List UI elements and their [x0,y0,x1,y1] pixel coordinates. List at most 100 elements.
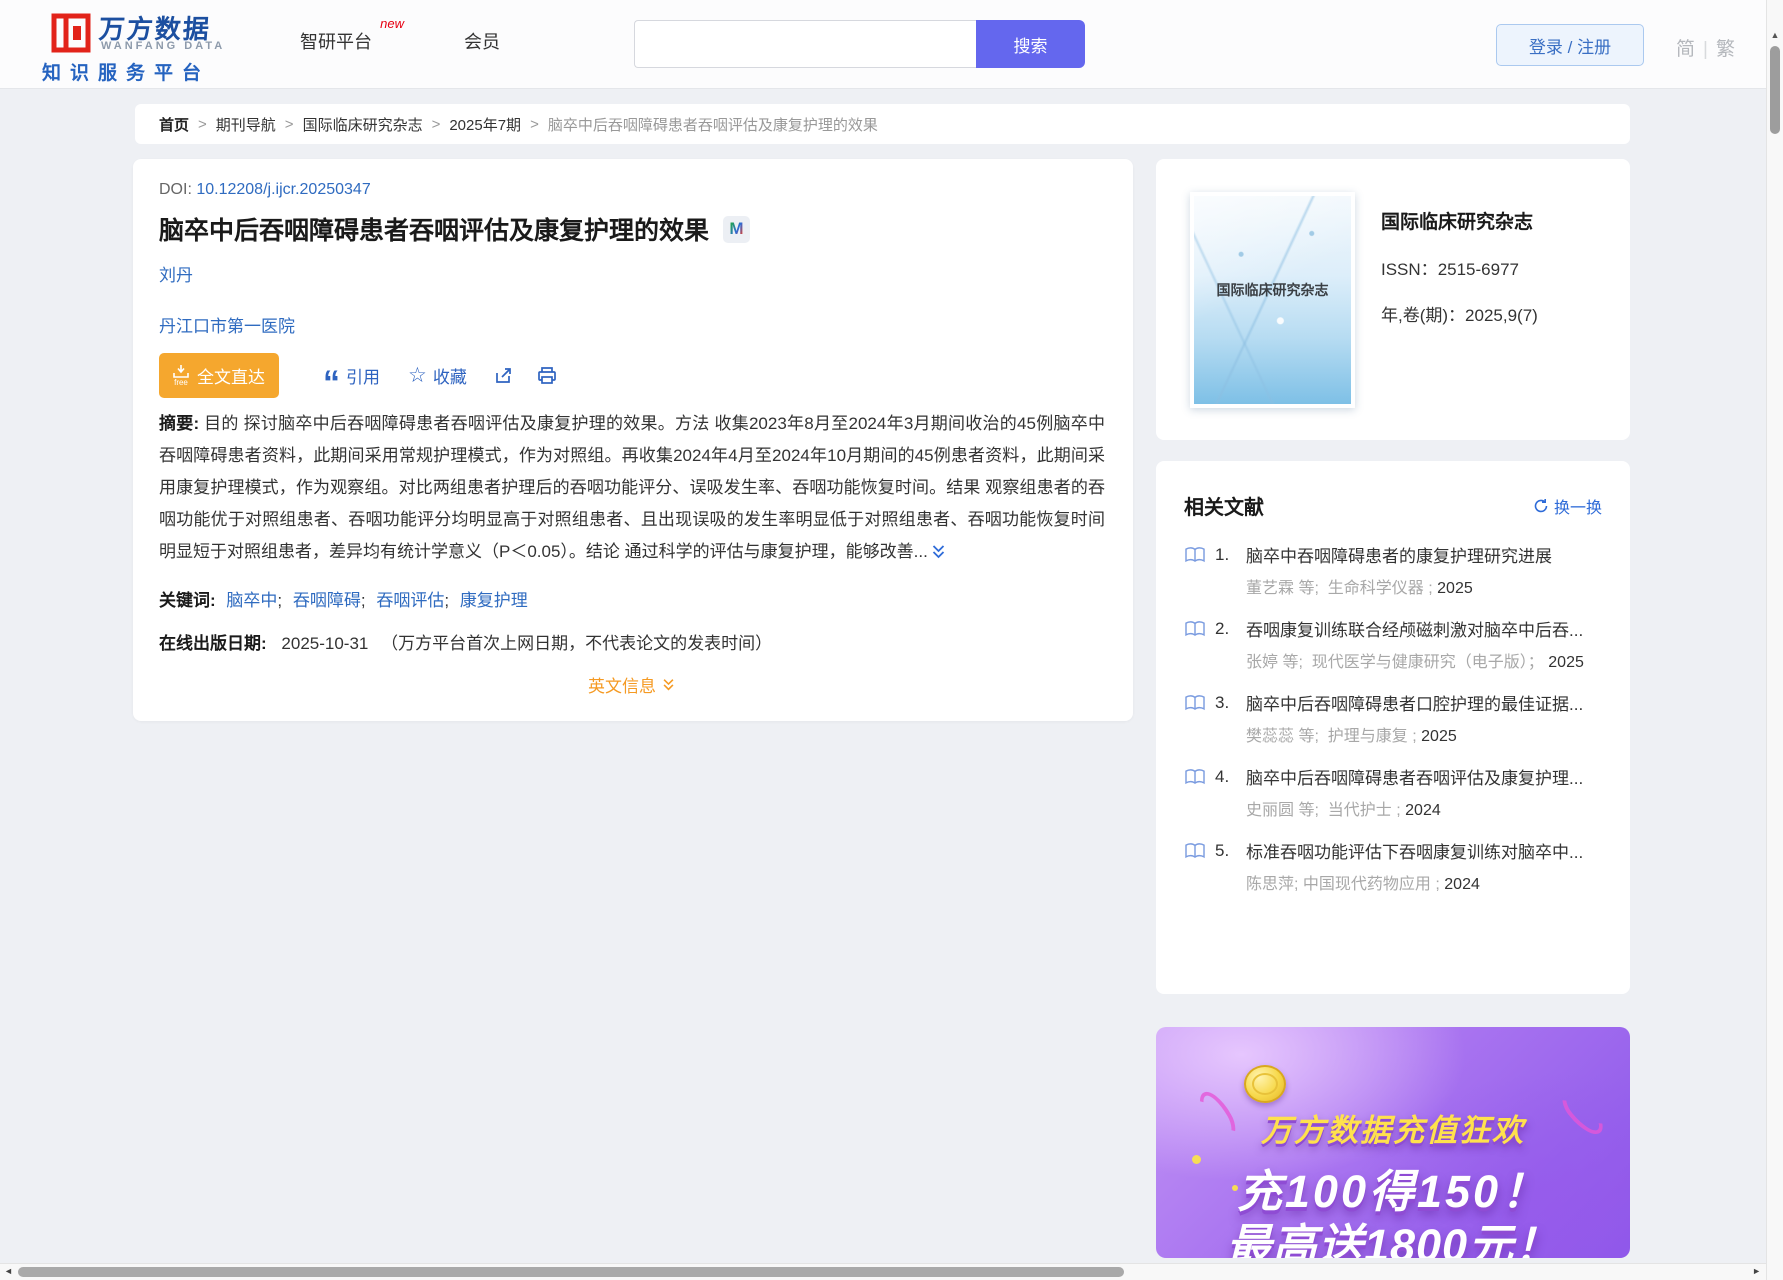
open-book-icon [1184,546,1206,564]
online-date-label: 在线出版日期: [159,634,267,653]
keyword-link[interactable]: 吞咽评估 [376,591,444,610]
breadcrumb-separator: > [431,115,441,133]
author-link[interactable]: 刘丹 [159,261,193,286]
breadcrumb-current: 脑卒中后吞咽障碍患者吞咽评估及康复护理的效果 [547,116,878,134]
star-icon: ☆ [408,364,427,387]
journal-issn: ISSN：2515-6977 [1381,260,1519,279]
doi-line: DOI: 10.12208/j.ijcr.20250347 [159,181,1105,199]
related-item-meta: 史丽圆 等; 当代护士 ; 2024 [1246,802,1441,819]
related-item-title[interactable]: 脑卒中吞咽障碍患者的康复护理研究进展 [1246,542,1552,567]
open-book-icon [1184,768,1206,786]
related-item: 4. 脑卒中后吞咽障碍患者吞咽评估及康复护理... 史丽圆 等; 当代护士 ; … [1184,764,1602,824]
horizontal-scrollbar[interactable]: ◄ ► [0,1263,1783,1280]
breadcrumb: 首页 > 期刊导航 > 国际临床研究杂志 > 2025年7期 > 脑卒中后吞咽障… [135,104,1630,144]
english-info-toggle[interactable]: 英文信息 [159,672,1105,697]
login-register-button[interactable]: 登录 / 注册 [1496,24,1644,66]
download-free-icon: free [173,364,189,387]
favorite-button[interactable]: ☆ 收藏 [408,363,467,388]
breadcrumb-separator: > [530,115,539,133]
promo-banner[interactable]: 万方数据充值狂欢 充100得150！ 最高送1800元！ [1156,1027,1630,1258]
brand-name-en: WANFANG DATA [101,40,226,52]
search-input[interactable] [634,20,976,68]
brand-tagline: 知识服务平台 [42,63,211,84]
related-list: 1. 脑卒中吞咽障碍患者的康复护理研究进展 董艺霖 等; 生命科学仪器 ; 20… [1184,542,1602,898]
article-card: DOI: 10.12208/j.ijcr.20250347 脑卒中后吞咽障碍患者… [133,159,1133,721]
scroll-up-arrow-icon[interactable]: ▲ [1767,30,1783,40]
related-literature-card: 相关文献 换一换 1. 脑卒中吞咽障碍患者的康复护理研究进展 董艺霖 等; 生命… [1156,461,1630,994]
breadcrumb-journal[interactable]: 国际临床研究杂志 [303,114,423,135]
related-item-meta: 樊蕊蕊 等; 护理与康复 ; 2025 [1246,728,1457,745]
online-date-row: 在线出版日期: 2025-10-31 （万方平台首次上网日期，不代表论文的发表时… [159,629,1105,654]
related-item: 2. 吞咽康复训练联合经颅磁刺激对脑卒中后吞... 张婷 等; 现代医学与健康研… [1184,616,1602,676]
keywords-label: 关键词: [159,591,216,610]
keyword-link[interactable]: 吞咽障碍 [293,591,361,610]
abstract-text: 目的 探讨脑卒中后吞咽障碍患者吞咽评估及康复护理的效果。方法 收集2023年8月… [159,414,1105,561]
breadcrumb-home[interactable]: 首页 [159,114,189,135]
abstract: 摘要: 目的 探讨脑卒中后吞咽障碍患者吞咽评估及康复护理的效果。方法 收集202… [159,408,1105,568]
gold-coin-icon [1244,1065,1286,1103]
scroll-left-arrow-icon[interactable]: ◄ [4,1266,13,1276]
header: 万方数据 WANFANG DATA 知识服务平台 智研平台 new 会员 搜索 … [0,0,1783,89]
page: 万方数据 WANFANG DATA 知识服务平台 智研平台 new 会员 搜索 … [0,0,1783,1280]
journal-info: 国际临床研究杂志 ISSN：2515-6977 年,卷(期)：2025,9(7) [1381,207,1611,326]
refresh-icon [1533,498,1549,514]
online-date-note: （万方平台首次上网日期，不代表论文的发表时间） [381,634,773,653]
cite-button[interactable]: “ 引用 [323,363,380,402]
article-title: 脑卒中后吞咽障碍患者吞咽评估及康复护理的效果 [159,217,710,245]
scroll-right-arrow-icon[interactable]: ► [1752,1266,1761,1276]
journal-cover[interactable]: 国际临床研究杂志 [1190,192,1355,408]
breadcrumb-separator: > [284,115,294,133]
vertical-scrollbar-thumb[interactable] [1770,46,1780,134]
journal-card: 国际临床研究杂志 国际临床研究杂志 ISSN：2515-6977 年,卷(期)：… [1156,159,1630,440]
related-item-meta: 董艺霖 等; 生命科学仪器 ; 2025 [1246,580,1473,597]
wanfang-logo-icon[interactable] [51,13,91,53]
related-item-meta: 陈思萍; 中国现代药物应用 ; 2024 [1246,876,1480,893]
lang-divider: | [1703,39,1708,60]
affiliation-link[interactable]: 丹江口市第一医院 [159,312,295,337]
doi-link[interactable]: 10.12208/j.ijcr.20250347 [196,181,370,198]
open-book-icon [1184,842,1206,860]
nav-item-member[interactable]: 会员 [464,28,500,54]
breadcrumb-journal-nav[interactable]: 期刊导航 [216,114,276,135]
language-toggle: 简 | 繁 [1676,34,1735,61]
lang-traditional[interactable]: 繁 [1716,39,1735,60]
related-item: 5. 标准吞咽功能评估下吞咽康复训练对脑卒中... 陈思萍; 中国现代药物应用 … [1184,838,1602,898]
related-item-title[interactable]: 吞咽康复训练联合经颅磁刺激对脑卒中后吞... [1246,616,1583,641]
print-button[interactable] [536,365,558,386]
promo-headline: 万方数据充值狂欢 [1261,1113,1525,1148]
lang-simplified[interactable]: 简 [1676,39,1695,60]
related-item: 3. 脑卒中后吞咽障碍患者口腔护理的最佳证据... 樊蕊蕊 等; 护理与康复 ;… [1184,690,1602,750]
double-chevron-down-icon [661,677,676,692]
related-title: 相关文献 [1184,497,1264,519]
journal-cover-title: 国际临床研究杂志 [1216,282,1329,298]
double-chevron-down-icon[interactable] [930,543,947,560]
open-book-icon [1184,694,1206,712]
vertical-scrollbar[interactable]: ▲ [1766,0,1783,1280]
horizontal-scrollbar-thumb[interactable] [18,1267,1124,1277]
keyword-link[interactable]: 脑卒中 [226,591,277,610]
journal-volume: 年,卷(期)：2025,9(7) [1381,306,1538,325]
online-date-value: 2025-10-31 [281,634,369,653]
refresh-related-button[interactable]: 换一换 [1533,494,1602,518]
action-row: free 全文直达 “ 引用 ☆ 收藏 [159,353,1105,402]
related-item-title[interactable]: 脑卒中后吞咽障碍患者吞咽评估及康复护理... [1246,764,1583,789]
open-book-icon [1184,620,1206,638]
share-icon [493,365,514,386]
nav-item-zhiyan[interactable]: 智研平台 new [300,16,404,54]
breadcrumb-separator: > [198,115,207,133]
related-item-title[interactable]: 脑卒中后吞咽障碍患者口腔护理的最佳证据... [1246,690,1583,715]
keywords-row: 关键词: 脑卒中; 吞咽障碍; 吞咽评估; 康复护理 [159,591,528,610]
medline-badge: M [723,215,751,243]
breadcrumb-issue[interactable]: 2025年7期 [449,114,521,135]
share-button[interactable] [493,365,514,386]
fulltext-button[interactable]: free 全文直达 [159,353,279,398]
related-item-title[interactable]: 标准吞咽功能评估下吞咽康复训练对脑卒中... [1246,838,1583,863]
journal-name-link[interactable]: 国际临床研究杂志 [1381,207,1611,234]
search-button[interactable]: 搜索 [976,20,1085,68]
related-item-meta: 张婷 等; 现代医学与健康研究（电子版）； 2025 [1246,654,1584,671]
quote-icon: “ [323,363,340,402]
printer-icon [536,365,558,386]
abstract-label: 摘要: [159,414,200,433]
keyword-link[interactable]: 康复护理 [460,591,528,610]
article-title-row: 脑卒中后吞咽障碍患者吞咽评估及康复护理的效果 M [159,211,1105,247]
